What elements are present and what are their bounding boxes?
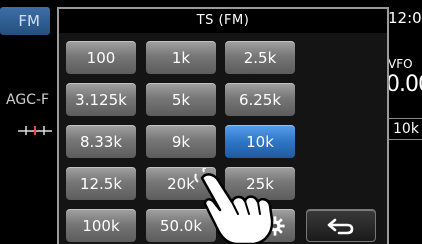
ts-button-5k[interactable]: 5k [146, 83, 216, 116]
ts-button-100[interactable]: 100 [66, 41, 136, 74]
filter-shape-icon [18, 126, 52, 135]
vfo-label: VFO [388, 58, 413, 71]
ts-button-100k[interactable]: 100k [66, 209, 136, 242]
ts-button-10k[interactable]: 10k [225, 125, 295, 158]
back-button[interactable] [306, 209, 376, 242]
return-arrow-icon [327, 218, 354, 234]
agc-label: AGC-F [6, 92, 50, 108]
vfo-frequency: 0.00 [386, 72, 422, 97]
ts-button-3-125k[interactable]: 3.125k [66, 83, 136, 116]
ts-side-button[interactable]: 10k [386, 118, 422, 140]
dialog-title: TS (FM) [59, 9, 387, 33]
clock-display: 12:0 [388, 9, 422, 27]
mode-tab[interactable]: FM [0, 7, 50, 35]
ts-button-9k[interactable]: 9k [146, 125, 216, 158]
pointing-hand-icon [194, 168, 274, 244]
ts-button-8-33k[interactable]: 8.33k [66, 125, 136, 158]
ts-button-6-25k[interactable]: 6.25k [225, 83, 295, 116]
mode-tab-label: FM [18, 12, 40, 30]
ts-button-12-5k[interactable]: 12.5k [66, 167, 136, 200]
ts-button-2-5k[interactable]: 2.5k [225, 41, 295, 74]
ts-button-1k[interactable]: 1k [146, 41, 216, 74]
